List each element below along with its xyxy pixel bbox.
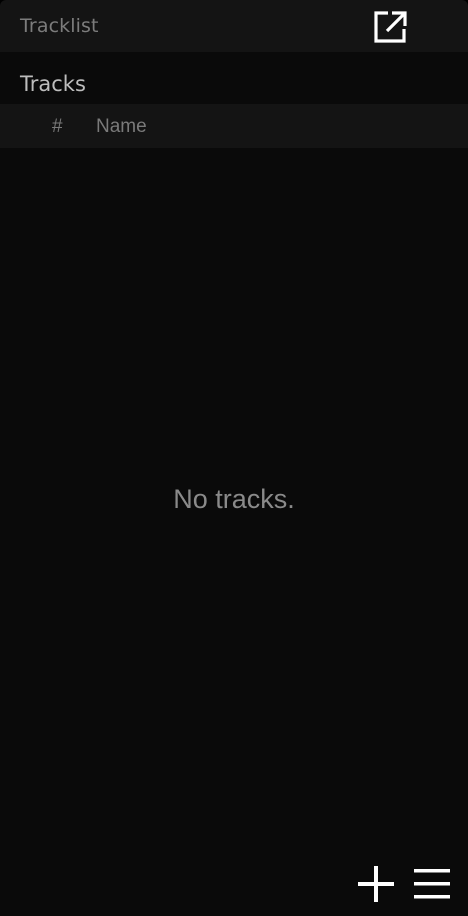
plus-icon	[358, 866, 394, 902]
window-titlebar: Tracklist	[0, 0, 468, 52]
menu-button[interactable]	[412, 866, 452, 902]
tracklist-panel: Tracklist Tracks # Name No tracks.	[0, 0, 468, 916]
window-title: Tracklist	[20, 15, 99, 37]
column-number-header[interactable]: #	[52, 116, 63, 138]
popout-button[interactable]	[370, 8, 410, 46]
hamburger-menu-icon	[414, 869, 450, 899]
empty-tracks-message: No tracks.	[173, 484, 295, 514]
column-name-header[interactable]: Name	[96, 116, 147, 138]
add-track-button[interactable]	[356, 864, 396, 904]
tracks-column-header: # Name	[0, 104, 468, 148]
tracks-section-header: Tracks	[0, 52, 468, 104]
tracks-title: Tracks	[20, 72, 86, 96]
external-link-icon	[374, 11, 407, 43]
